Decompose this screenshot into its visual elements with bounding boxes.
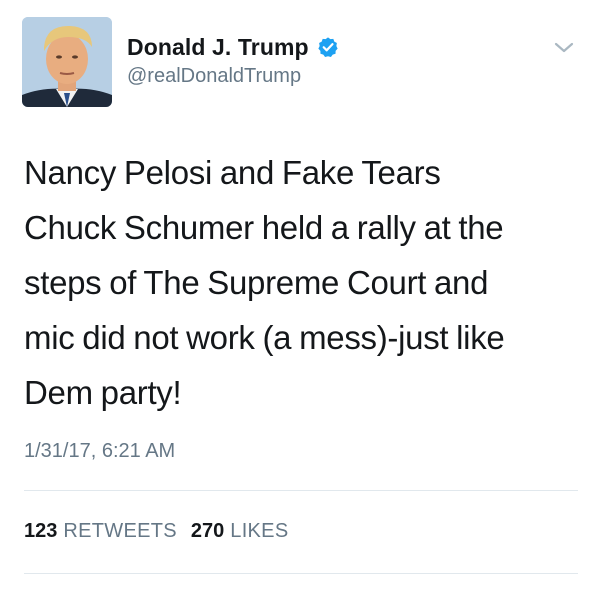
retweets-count: 123 — [24, 520, 58, 542]
retweets-label: RETWEETS — [63, 520, 177, 542]
tweet-stats: 123 RETWEETS 270 LIKES — [24, 520, 302, 543]
chevron-down-icon[interactable] — [552, 40, 576, 56]
user-info: Donald J. Trump @realDonaldTrump — [127, 33, 339, 88]
tweet-card: Donald J. Trump @realDonaldTrump Nancy P… — [0, 0, 600, 600]
likes-label: LIKES — [230, 520, 289, 542]
likes-stat[interactable]: 270 LIKES — [191, 520, 289, 543]
avatar[interactable] — [22, 17, 112, 107]
display-name[interactable]: Donald J. Trump — [127, 34, 309, 61]
tweet-text: Nancy Pelosi and Fake Tears Chuck Schume… — [24, 154, 505, 411]
avatar-image — [22, 17, 112, 107]
retweets-stat[interactable]: 123 RETWEETS — [24, 520, 177, 543]
name-row: Donald J. Trump — [127, 33, 339, 61]
verified-badge-icon — [317, 36, 339, 58]
divider — [24, 573, 578, 574]
likes-count: 270 — [190, 520, 225, 542]
user-handle[interactable]: @realDonaldTrump — [127, 65, 339, 88]
tweet-timestamp[interactable]: 1/31/17, 6:21 AM — [24, 440, 175, 463]
divider — [24, 490, 578, 491]
